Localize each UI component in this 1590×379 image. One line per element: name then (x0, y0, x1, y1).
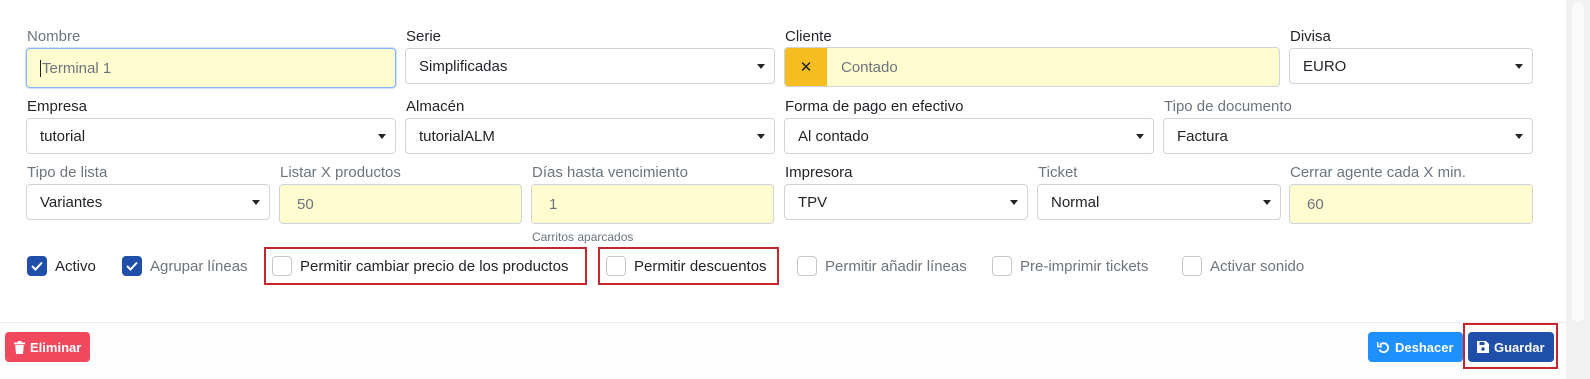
ticket-value: Normal (1051, 193, 1100, 211)
check-icon (27, 256, 47, 276)
empresa-value: tutorial (40, 127, 86, 145)
chevron-down-icon (1515, 134, 1523, 139)
undo-label: Deshacer (1395, 339, 1454, 355)
delete-button[interactable]: Eliminar (5, 332, 91, 362)
almacen-label: Almacén (406, 98, 465, 115)
clear-icon[interactable]: ✕ (785, 48, 827, 86)
activo-checkbox[interactable]: Activo (27, 256, 96, 276)
ticket-select[interactable]: Normal (1037, 184, 1281, 220)
chevron-down-icon (757, 134, 765, 139)
cliente-placeholder: Contado (841, 58, 898, 76)
impresora-label: Impresora (785, 164, 853, 181)
empresa-select[interactable]: tutorial (26, 118, 396, 154)
dias-value: 1 (549, 195, 558, 213)
nombre-label: Nombre (27, 28, 81, 45)
checkbox-label: Activo (55, 257, 96, 275)
dias-input[interactable]: 1 (531, 184, 774, 224)
impresora-select[interactable]: TPV (784, 184, 1028, 220)
checkbox-label: Permitir añadir líneas (825, 257, 967, 275)
chevron-down-icon (1263, 200, 1271, 205)
save-button[interactable]: Guardar (1468, 332, 1554, 362)
undo-button[interactable]: Deshacer (1368, 332, 1463, 362)
checkbox-box (992, 256, 1012, 276)
divisa-label: Divisa (1290, 28, 1331, 45)
checkbox-box (797, 256, 817, 276)
chevron-down-icon (252, 200, 260, 205)
chevron-down-icon (1515, 64, 1523, 69)
cliente-label: Cliente (785, 28, 832, 45)
almacen-value: tutorialALM (419, 127, 495, 145)
impresora-value: TPV (798, 193, 828, 211)
empresa-label: Empresa (27, 98, 88, 115)
checkbox-label: Agrupar líneas (150, 257, 248, 275)
permitir-anadir-lineas-checkbox[interactable]: Permitir añadir líneas (797, 256, 967, 276)
activar-sonido-checkbox[interactable]: Activar sonido (1182, 256, 1304, 276)
scrollbar-thumb[interactable] (1572, 2, 1584, 322)
dias-label: Días hasta vencimiento (532, 164, 688, 181)
forma-pago-select[interactable]: Al contado (784, 118, 1154, 154)
tipo-lista-label: Tipo de lista (27, 164, 108, 181)
cerrar-input[interactable]: 60 (1289, 184, 1533, 224)
floppy-disk-icon (1477, 341, 1489, 353)
dias-hint: Carritos aparcados (532, 230, 634, 244)
delete-label: Eliminar (30, 339, 82, 355)
checkbox-box (606, 256, 626, 276)
nombre-input[interactable]: Terminal 1 (26, 48, 396, 88)
ticket-label: Ticket (1038, 164, 1078, 181)
tipo-lista-value: Variantes (40, 193, 103, 211)
pre-imprimir-tickets-checkbox[interactable]: Pre-imprimir tickets (992, 256, 1148, 276)
checkbox-box (1182, 256, 1202, 276)
serie-value: Simplificadas (419, 57, 508, 75)
tipo-documento-value: Factura (1177, 127, 1228, 145)
divisa-select[interactable]: EURO (1289, 48, 1533, 84)
tipo-lista-select[interactable]: Variantes (26, 184, 270, 220)
cliente-input[interactable]: ✕ Contado (784, 47, 1280, 87)
checkbox-label: Pre-imprimir tickets (1020, 257, 1149, 275)
chevron-down-icon (378, 134, 386, 139)
almacen-select[interactable]: tutorialALM (405, 118, 775, 154)
checkbox-label: Permitir cambiar precio de los productos (300, 257, 569, 275)
forma-pago-label: Forma de pago en efectivo (785, 98, 964, 115)
agrupar-lineas-checkbox[interactable]: Agrupar líneas (122, 256, 248, 276)
trash-icon (14, 340, 25, 354)
checkbox-label: Permitir descuentos (634, 257, 767, 275)
serie-label: Serie (406, 28, 442, 45)
check-icon (122, 256, 142, 276)
permitir-cambiar-precio-checkbox[interactable]: Permitir cambiar precio de los productos (272, 256, 568, 276)
text-cursor (40, 59, 41, 77)
serie-select[interactable]: Simplificadas (405, 48, 775, 84)
permitir-descuentos-checkbox[interactable]: Permitir descuentos (606, 256, 767, 276)
tipo-documento-label: Tipo de documento (1164, 98, 1292, 115)
nombre-placeholder: Terminal 1 (42, 59, 112, 77)
vertical-scrollbar[interactable] (1566, 0, 1590, 379)
cerrar-label: Cerrar agente cada X min. (1290, 164, 1466, 181)
form-footer (0, 322, 1566, 379)
chevron-down-icon (1136, 134, 1144, 139)
cerrar-value: 60 (1307, 195, 1324, 213)
forma-pago-value: Al contado (798, 127, 869, 145)
undo-icon (1377, 341, 1390, 354)
checkbox-box (272, 256, 292, 276)
chevron-down-icon (1010, 200, 1018, 205)
listar-label: Listar X productos (280, 164, 401, 181)
tipo-documento-select[interactable]: Factura (1163, 118, 1533, 154)
divisa-value: EURO (1303, 57, 1347, 75)
chevron-down-icon (757, 64, 765, 69)
save-label: Guardar (1494, 339, 1545, 355)
listar-input[interactable]: 50 (279, 184, 522, 224)
checkbox-label: Activar sonido (1210, 257, 1305, 275)
listar-value: 50 (297, 195, 314, 213)
